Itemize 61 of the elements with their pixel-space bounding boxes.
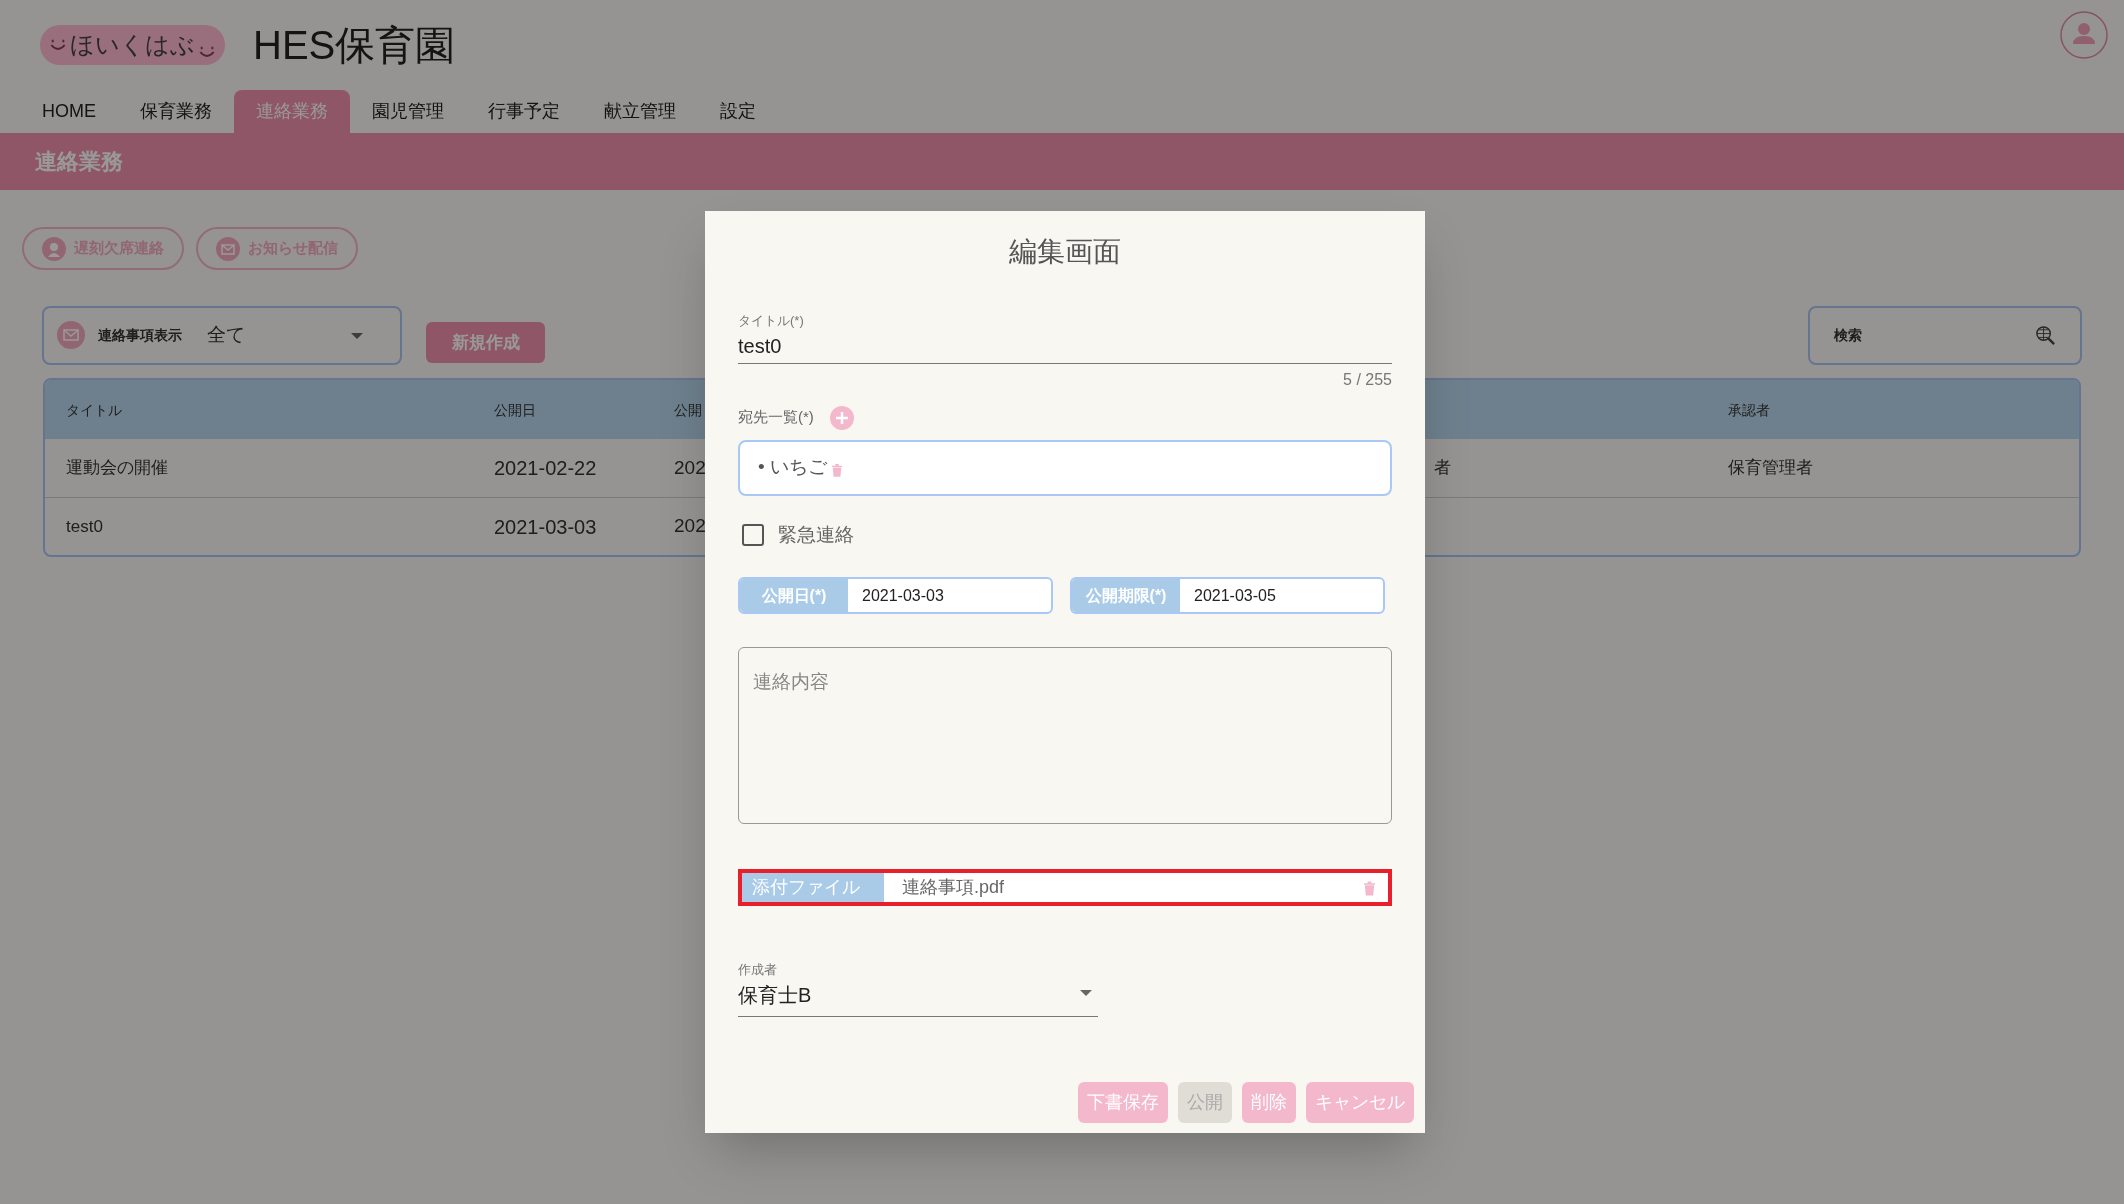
column-header: 公開 [674,401,702,418]
filter-value: 全て [207,323,245,348]
date-field[interactable]: 公開期限(*) 2021-03-05 [1070,577,1385,614]
nav-tab[interactable]: 行事予定 [466,90,582,133]
checkbox-label: 緊急連絡 [778,522,854,547]
filter-select[interactable]: 連絡事項表示 全て [42,306,402,365]
trash-icon[interactable] [830,461,843,478]
table-cell: 2021-03-03 [494,515,597,538]
logo-text: ほいくはぶ [70,30,195,60]
attachment-field[interactable]: 添付ファイル 連絡事項.pdf [738,869,1392,906]
date-label: 公開日(*) [740,579,848,612]
user-icon[interactable] [2060,11,2108,59]
trash-icon[interactable] [1363,879,1376,896]
content-textarea[interactable]: 連絡内容 [738,647,1392,824]
table-cell: 者 [1434,458,1451,478]
textarea-placeholder: 連絡内容 [753,671,829,692]
author-select[interactable]: 作成者 保育士B [738,960,1098,1017]
dialog-title: 編集画面 [1008,235,1122,269]
attachment-label: 添付ファイル [742,873,884,902]
recipient-item: • いちご [758,455,827,480]
person-icon [42,236,66,261]
mail-icon [216,236,240,261]
field-label: 作成者 [738,961,778,979]
field-value: 保育士B [738,982,812,1008]
nav-tab[interactable]: 設定 [698,90,778,133]
table-cell: 202 [674,456,706,478]
table-cell: 2021-02-22 [494,457,597,479]
table-cell: 運動会の開催 [66,458,168,478]
table-cell: 保育管理者 [1728,458,1813,478]
app-title: HES保育園 [253,22,456,69]
date-value: 2021-03-05 [1194,585,1276,606]
caret-icon [351,332,363,339]
column-header: 承認者 [1728,401,1770,418]
nav-tab[interactable]: 献立管理 [582,90,698,133]
date-label: 公開期限(*) [1072,579,1180,612]
search-field[interactable]: 検索 [1808,306,2082,365]
filter-label: 連絡事項表示 [98,326,182,345]
column-header: 公開日 [494,401,536,418]
date-value: 2021-03-03 [862,585,944,606]
field-label: タイトル(*) [738,312,805,330]
file-name: 連絡事項.pdf [902,876,1005,899]
field-value: test0 [738,333,783,359]
smile-icon [199,45,215,59]
checkbox[interactable] [742,523,764,546]
table-cell: test0 [66,516,103,536]
nav-tab[interactable]: HOME [20,90,118,133]
search-placeholder: 検索 [1834,326,1862,345]
nav-tab[interactable]: 園児管理 [350,90,466,133]
add-icon[interactable] [829,405,854,430]
search-icon[interactable] [2035,325,2056,346]
nav-tab[interactable]: 保育業務 [118,90,234,133]
date-field[interactable]: 公開日(*) 2021-03-03 [738,577,1053,614]
mail-icon [56,320,86,351]
title-field[interactable]: タイトル(*) test0 [738,311,1392,364]
character-counter: 5 / 255 [1343,369,1392,390]
table-cell: 202 [674,515,706,537]
column-header: タイトル [66,401,122,418]
caret-icon [1080,990,1092,996]
smile-icon [50,38,66,52]
field-label: 宛先一覧(*) [738,407,814,428]
page-header: 連絡業務 [35,148,123,176]
